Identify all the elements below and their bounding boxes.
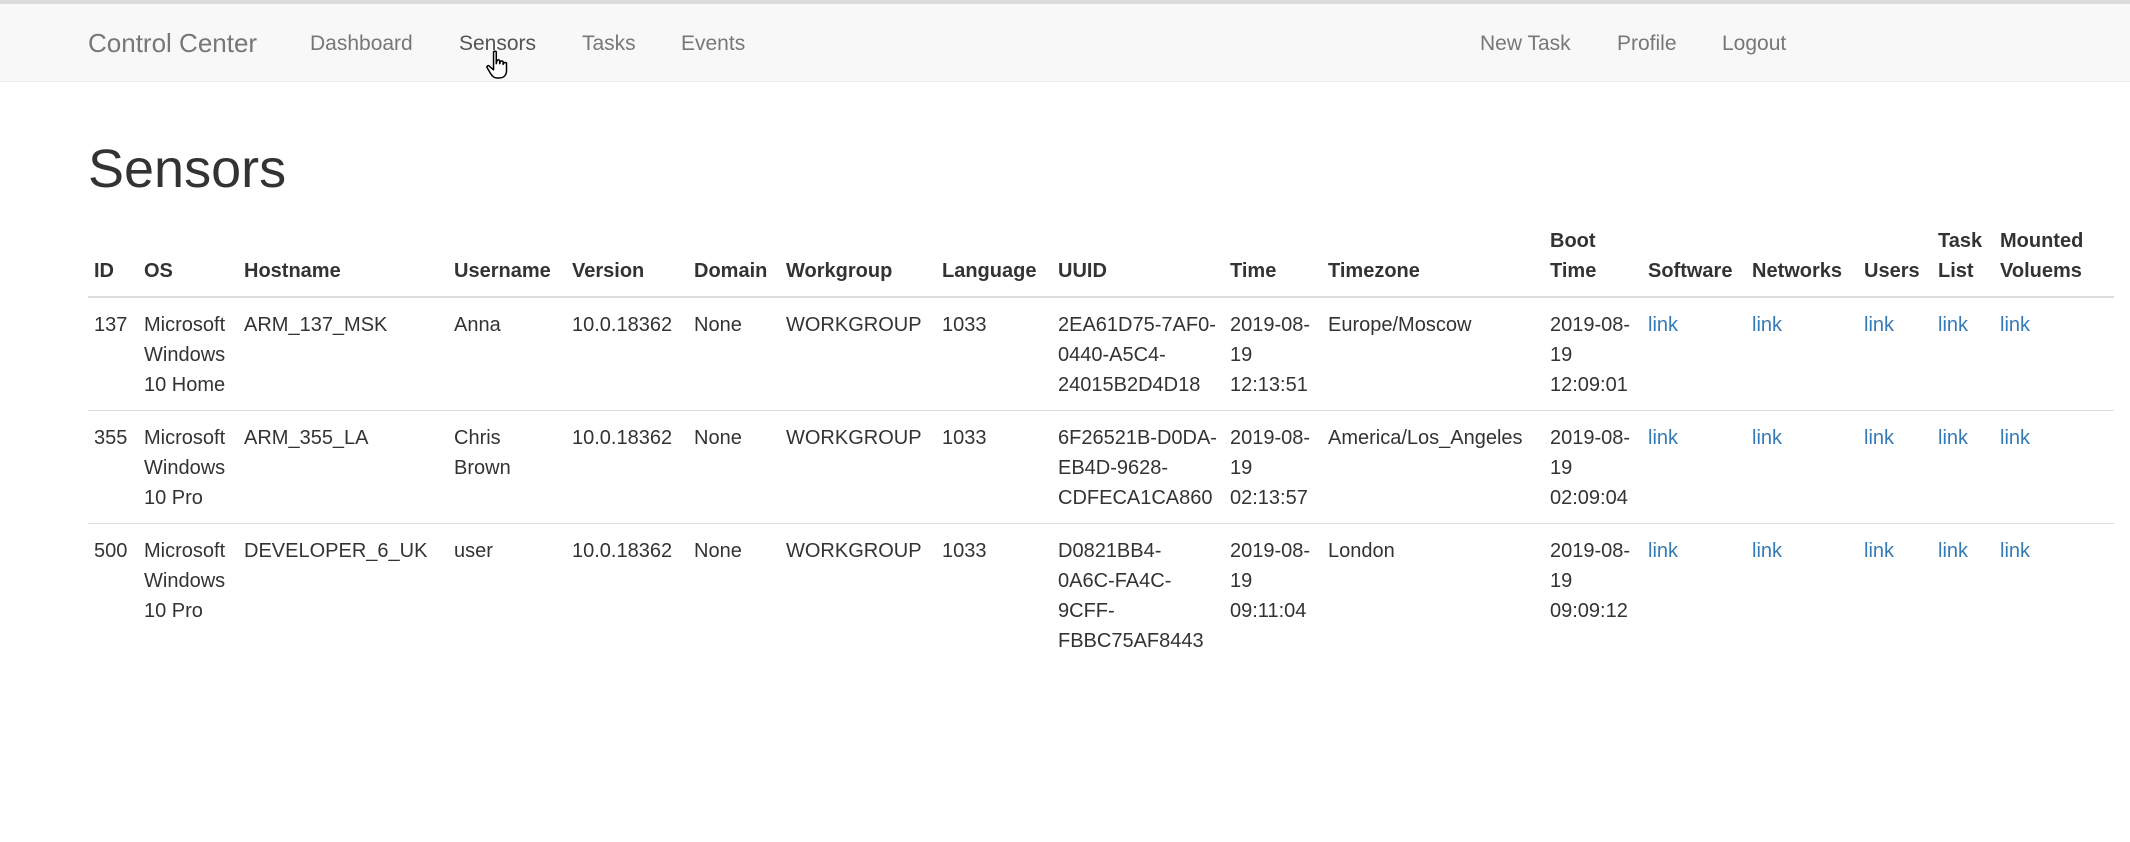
cell-boot-time: 2019-08-19 12:09:01 (1550, 314, 1631, 396)
nav-tasks[interactable]: Tasks (582, 32, 636, 56)
cell-timezone: Europe/Moscow (1328, 314, 1472, 336)
cell-os: Microsoft Windows 10 Home (144, 314, 226, 396)
col-username: Username (448, 220, 566, 298)
table-row: 137 Microsoft Windows 10 Home ARM_137_MS… (88, 297, 2114, 411)
col-domain: Domain (688, 220, 780, 298)
cell-version: 10.0.18362 (566, 410, 688, 524)
cell-timezone: London (1322, 523, 1544, 666)
col-uuid: UUID (1052, 220, 1224, 298)
cell-language: 1033 (936, 523, 1052, 666)
networks-link[interactable]: link (1752, 314, 1782, 336)
col-software: Software (1642, 220, 1746, 298)
cell-boot-time: 2019-08-19 09:09:12 (1544, 523, 1642, 666)
mounted-volumes-link[interactable]: link (2000, 314, 2030, 336)
col-version: Version (566, 220, 688, 298)
table-row: 500 Microsoft Windows 10 Pro DEVELOPER_6… (88, 523, 2114, 666)
cell-username: Chris Brown (448, 410, 566, 524)
col-os: OS (138, 220, 238, 298)
cell-boot-time: 2019-08-19 02:09:04 (1544, 410, 1642, 524)
brand-link[interactable]: Control Center (88, 28, 257, 59)
cell-language: 1033 (942, 314, 987, 336)
cell-id: 137 (94, 314, 128, 336)
cell-username: Anna (454, 314, 501, 336)
cell-uuid: D0821BB4-0A6C-FA4C-9CFF-FBBC75AF8443 (1052, 523, 1224, 666)
col-time: Time (1224, 220, 1322, 298)
cell-workgroup: WORKGROUP (780, 410, 936, 524)
nav-new-task[interactable]: New Task (1480, 32, 1571, 56)
col-hostname: Hostname (238, 220, 448, 298)
col-boot-time: Boot Time (1544, 220, 1642, 298)
cell-hostname: ARM_355_LA (238, 410, 448, 524)
cell-workgroup: WORKGROUP (786, 314, 922, 336)
navbar: Control Center Dashboard Sensors Tasks E… (0, 0, 2130, 82)
nav-logout[interactable]: Logout (1722, 32, 1786, 56)
cell-domain: None (694, 314, 742, 336)
cell-username: user (448, 523, 566, 666)
col-id: ID (88, 220, 138, 298)
cell-os: Microsoft Windows 10 Pro (138, 523, 238, 666)
cell-version: 10.0.18362 (566, 523, 688, 666)
users-link[interactable]: link (1864, 540, 1894, 562)
cell-uuid: 2EA61D75-7AF0-0440-A5C4-24015B2D4D18 (1058, 314, 1216, 396)
cell-version: 10.0.18362 (572, 314, 673, 336)
nav-profile[interactable]: Profile (1617, 32, 1677, 56)
cell-language: 1033 (936, 410, 1052, 524)
cell-domain: None (688, 410, 780, 524)
networks-link[interactable]: link (1752, 540, 1782, 562)
cell-workgroup: WORKGROUP (780, 523, 936, 666)
users-link[interactable]: link (1864, 427, 1894, 449)
cell-time: 2019-08-19 12:13:51 (1230, 314, 1311, 396)
cell-hostname: ARM_137_MSK (244, 314, 388, 336)
cell-id: 355 (88, 410, 138, 524)
page-title: Sensors (88, 139, 287, 199)
col-timezone: Timezone (1322, 220, 1544, 298)
cell-domain: None (688, 523, 780, 666)
cell-id: 500 (88, 523, 138, 666)
software-link[interactable]: link (1648, 427, 1678, 449)
table-row: 355 Microsoft Windows 10 Pro ARM_355_LA … (88, 410, 2114, 524)
table-header-row: ID OS Hostname Username Version Domain W… (88, 220, 2114, 298)
col-task-list: Task List (1932, 220, 1994, 298)
cell-timezone: America/Los_Angeles (1322, 410, 1544, 524)
sensors-table: ID OS Hostname Username Version Domain W… (88, 220, 2114, 666)
cell-uuid: 6F26521B-D0DA-EB4D-9628-CDFECA1CA860 (1052, 410, 1224, 524)
col-workgroup: Workgroup (780, 220, 936, 298)
task-list-link[interactable]: link (1938, 427, 1968, 449)
users-link[interactable]: link (1864, 314, 1894, 336)
networks-link[interactable]: link (1752, 427, 1782, 449)
mounted-volumes-link[interactable]: link (2000, 427, 2030, 449)
cell-time: 2019-08-19 09:11:04 (1224, 523, 1322, 666)
col-networks: Networks (1746, 220, 1858, 298)
col-users: Users (1858, 220, 1932, 298)
cell-hostname: DEVELOPER_6_UK (238, 523, 448, 666)
col-language: Language (936, 220, 1052, 298)
software-link[interactable]: link (1648, 314, 1678, 336)
cell-os: Microsoft Windows 10 Pro (138, 410, 238, 524)
col-mounted-volumes: Mounted Voluems (1994, 220, 2114, 298)
cell-time: 2019-08-19 02:13:57 (1224, 410, 1322, 524)
hand-pointer-icon (486, 50, 508, 79)
software-link[interactable]: link (1648, 540, 1678, 562)
nav-dashboard[interactable]: Dashboard (310, 32, 413, 56)
task-list-link[interactable]: link (1938, 540, 1968, 562)
mounted-volumes-link[interactable]: link (2000, 540, 2030, 562)
nav-events[interactable]: Events (681, 32, 745, 56)
task-list-link[interactable]: link (1938, 314, 1968, 336)
